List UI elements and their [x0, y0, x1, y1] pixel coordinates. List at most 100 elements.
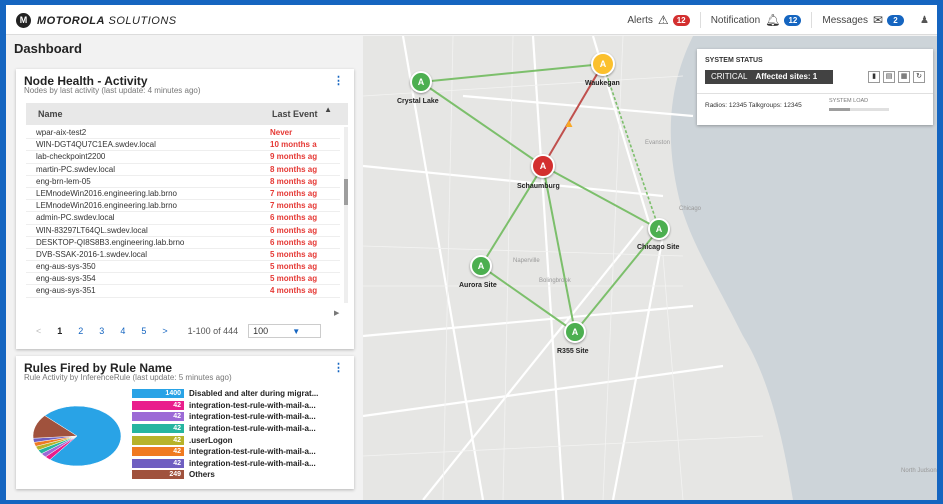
- legend-item[interactable]: 42 integration-test-rule-with-mail-a...: [132, 446, 350, 458]
- pagination: < 1 2 3 4 5 > 1-100 of 444 100 ▼: [36, 324, 346, 338]
- table-row[interactable]: WIN-DGT4QU7C1EA.swdev.local 10 months a: [26, 139, 340, 152]
- row-last-event: Never: [270, 128, 293, 137]
- page-size-select[interactable]: 100 ▼: [248, 324, 322, 338]
- table-row[interactable]: martin-PC.swdev.local 8 months ag: [26, 164, 340, 176]
- vertical-scrollbar[interactable]: [344, 127, 348, 303]
- table-row[interactable]: admin-PC.swdev.local 6 months ag: [26, 212, 340, 225]
- page-4-button[interactable]: 4: [120, 326, 125, 336]
- row-last-event: 5 months ag: [270, 262, 318, 272]
- affected-sites: Affected sites: 1: [755, 72, 818, 81]
- warning-icon[interactable]: ▲: [563, 116, 575, 130]
- legend-item[interactable]: 42 integration-test-rule-with-mail-a...: [132, 458, 350, 470]
- legend-label: Others: [189, 470, 215, 480]
- legend-item[interactable]: 42 integration-test-rule-with-mail-a...: [132, 411, 350, 423]
- notification-button[interactable]: Notification 🔔︎ 12: [701, 12, 813, 28]
- column-header-last-event[interactable]: Last Event: [272, 109, 318, 119]
- row-last-event: 6 months ag: [270, 213, 318, 223]
- legend-value: 249: [132, 470, 184, 480]
- scroll-right-icon[interactable]: ▶: [334, 309, 339, 317]
- row-last-event: 8 months ag: [270, 176, 318, 186]
- alerts-button[interactable]: Alerts ⚠ 12: [617, 12, 701, 28]
- table-row[interactable]: WIN-83297LT64QL.swdev.local 6 months ag: [26, 225, 340, 237]
- brand-name: MOTOROLA: [37, 14, 105, 27]
- site-label-schaumburg: Schaumburg: [517, 183, 560, 190]
- table-row[interactable]: eng-aus-sys-351 4 months ag: [26, 285, 340, 298]
- tower-aurora-site[interactable]: A: [470, 255, 492, 277]
- notification-badge: 12: [784, 14, 802, 26]
- rules-pie-chart: [32, 405, 122, 467]
- user-icon[interactable]: ♟: [920, 15, 929, 26]
- legend-value: 42: [132, 412, 184, 422]
- table-row[interactable]: eng-aus-sys-354 5 months ag: [26, 273, 340, 286]
- legend-label: integration-test-rule-with-mail-a...: [189, 458, 316, 468]
- town-label-north-judson: North Judson: [901, 468, 937, 474]
- system-status-title: SYSTEM STATUS: [705, 57, 763, 64]
- table-row[interactable]: eng-brn-lem-05 8 months ag: [26, 176, 340, 188]
- tower-waukegan[interactable]: A: [591, 52, 615, 76]
- page-1-button[interactable]: 1: [57, 326, 62, 336]
- legend-item[interactable]: 42 integration-test-rule-with-mail-a...: [132, 423, 350, 435]
- status-badge[interactable]: CRITICAL Affected sites: 1: [705, 70, 833, 84]
- brand-logo[interactable]: M MOTOROLA SOLUTIONS: [16, 13, 177, 28]
- row-name: WIN-DGT4QU7C1EA.swdev.local: [36, 140, 156, 150]
- row-name: WIN-83297LT64QL.swdev.local: [36, 225, 148, 235]
- table-header: Name Last Event ▲: [26, 103, 348, 125]
- radio-icon[interactable]: ▮: [868, 71, 880, 83]
- system-load-bar: [829, 108, 889, 111]
- node-table: Name Last Event ▲ wpar-aix-test2 Never WIN…: [26, 103, 348, 305]
- row-last-event: 6 months ag: [270, 225, 318, 235]
- alerts-label: Alerts: [627, 14, 653, 26]
- brand-suffix: SOLUTIONS: [108, 14, 177, 27]
- column-header-name[interactable]: Name: [38, 109, 63, 119]
- tower-crystal-lake[interactable]: A: [410, 71, 432, 93]
- sort-up-icon[interactable]: ▲: [324, 105, 332, 114]
- site-label-crystal-lake: Crystal Lake: [397, 98, 439, 105]
- table-row[interactable]: DVB-SSAK-2016-1.swdev.local 5 months ag: [26, 249, 340, 262]
- legend-value: 1400: [132, 389, 184, 399]
- messages-badge: 2: [887, 14, 905, 26]
- page-3-button[interactable]: 3: [99, 326, 104, 336]
- row-name: wpar-aix-test2: [36, 128, 87, 137]
- legend-item[interactable]: 42 .userLogon: [132, 434, 350, 446]
- node-health-menu-icon[interactable]: ⋮: [333, 74, 344, 87]
- row-last-event: 6 months ag: [270, 237, 318, 247]
- town-label-naperville: Naperville: [513, 258, 540, 264]
- page-2-button[interactable]: 2: [78, 326, 83, 336]
- top-bar: M MOTOROLA SOLUTIONS Alerts ⚠ 12 Notific…: [6, 5, 937, 35]
- rules-fired-card: Rules Fired by Rule Name Rule Activity b…: [16, 356, 354, 489]
- chart-icon[interactable]: ▦: [898, 71, 910, 83]
- tower-schaumburg[interactable]: A: [531, 154, 555, 178]
- next-page-button[interactable]: >: [162, 326, 167, 336]
- rules-fired-subtitle: Rule Activity by InferenceRule (last upd…: [24, 373, 232, 382]
- row-last-event: 5 months ag: [270, 274, 318, 284]
- tower-chicago-site[interactable]: A: [648, 218, 670, 240]
- legend-value: 42: [132, 435, 184, 445]
- tower-r355-site[interactable]: A: [564, 321, 586, 343]
- site-label-waukegan: Waukegan: [585, 80, 620, 87]
- table-row[interactable]: LEMnodeWin2016.engineering.lab.brno 7 mon…: [26, 200, 340, 213]
- row-name: DVB-SSAK-2016-1.swdev.local: [36, 249, 148, 259]
- table-row[interactable]: lab-checkpoint2200 9 months ag: [26, 151, 340, 164]
- table-row[interactable]: wpar-aix-test2 Never: [26, 127, 340, 140]
- refresh-icon[interactable]: ↻: [913, 71, 925, 83]
- legend-value: 42: [132, 400, 184, 410]
- legend-item[interactable]: 249 Others: [132, 469, 350, 481]
- rules-fired-menu-icon[interactable]: ⋮: [333, 361, 344, 374]
- scrollbar-thumb[interactable]: [344, 179, 348, 205]
- legend-label: Disabled and alter during migrat...: [189, 389, 319, 399]
- prev-page-button[interactable]: <: [36, 326, 41, 336]
- row-last-event: 9 months ag: [270, 152, 318, 162]
- page-size-value: 100: [253, 326, 269, 336]
- row-name: eng-aus-sys-351: [36, 286, 96, 296]
- legend-item[interactable]: 1400 Disabled and alter during migrat...: [132, 388, 350, 400]
- table-row[interactable]: LEMnodeWin2016.engineering.lab.brno 7 mon…: [26, 188, 340, 201]
- legend-item[interactable]: 42 integration-test-rule-with-mail-a...: [132, 400, 350, 412]
- messages-button[interactable]: Messages ✉ 2: [812, 12, 914, 28]
- table-row[interactable]: eng-aus-sys-350 5 months ag: [26, 261, 340, 274]
- app-frame: M MOTOROLA SOLUTIONS Alerts ⚠ 12 Notific…: [6, 5, 937, 500]
- legend-label: integration-test-rule-with-mail-a...: [189, 400, 316, 410]
- table-row[interactable]: DESKTOP-QI8S8B3.engineering.lab.brno 6 mo…: [26, 237, 340, 249]
- system-load-fill: [829, 108, 850, 111]
- page-5-button[interactable]: 5: [141, 326, 146, 336]
- document-icon[interactable]: ▤: [883, 71, 895, 83]
